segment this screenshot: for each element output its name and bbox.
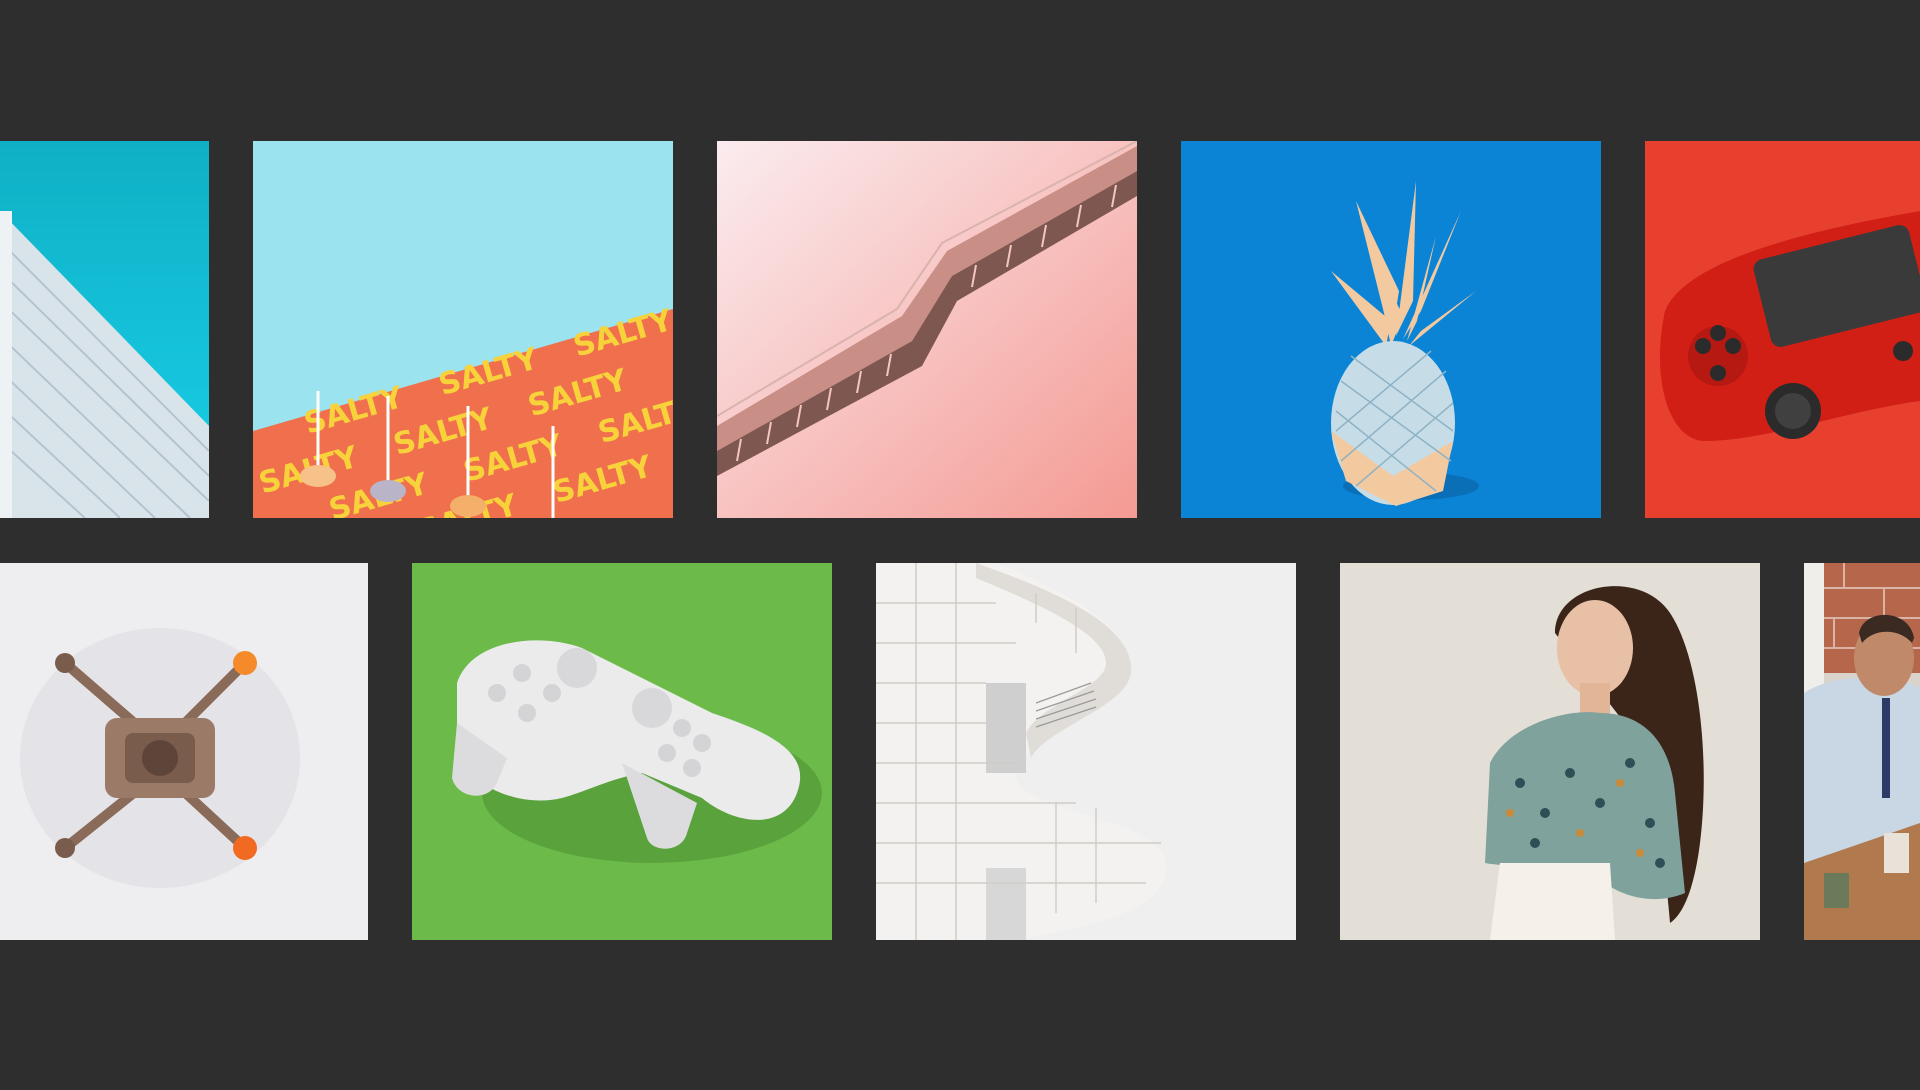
photo-tile-drone[interactable]	[0, 563, 368, 940]
photo-tile-woman-portrait[interactable]	[1340, 563, 1760, 940]
photo-tile-white-gamepad[interactable]	[412, 563, 832, 940]
pineapple-image	[1181, 141, 1601, 518]
photo-tile-man-office[interactable]	[1804, 563, 1920, 940]
architecture-image	[876, 563, 1296, 940]
photo-tile-salty-wall[interactable]: SALTY SALTY SALTY SALTY SALTY SALTY SALT…	[253, 141, 673, 518]
photo-tile-white-architecture[interactable]	[876, 563, 1296, 940]
salty-wall-image: SALTY SALTY SALTY SALTY SALTY SALTY SALT…	[253, 141, 673, 518]
photo-tile-pink-staircase[interactable]	[717, 141, 1137, 518]
red-gamepad-image	[1645, 141, 1920, 518]
woman-portrait-image	[1340, 563, 1760, 940]
building-image	[0, 141, 209, 518]
photo-tile-pineapple[interactable]	[1181, 141, 1601, 518]
white-gamepad-image	[412, 563, 832, 940]
photo-tile-building-cyan[interactable]	[0, 141, 209, 518]
man-office-image	[1804, 563, 1920, 940]
staircase-image	[717, 141, 1137, 518]
photo-tile-red-gamepad[interactable]	[1645, 141, 1920, 518]
drone-image	[0, 563, 368, 940]
